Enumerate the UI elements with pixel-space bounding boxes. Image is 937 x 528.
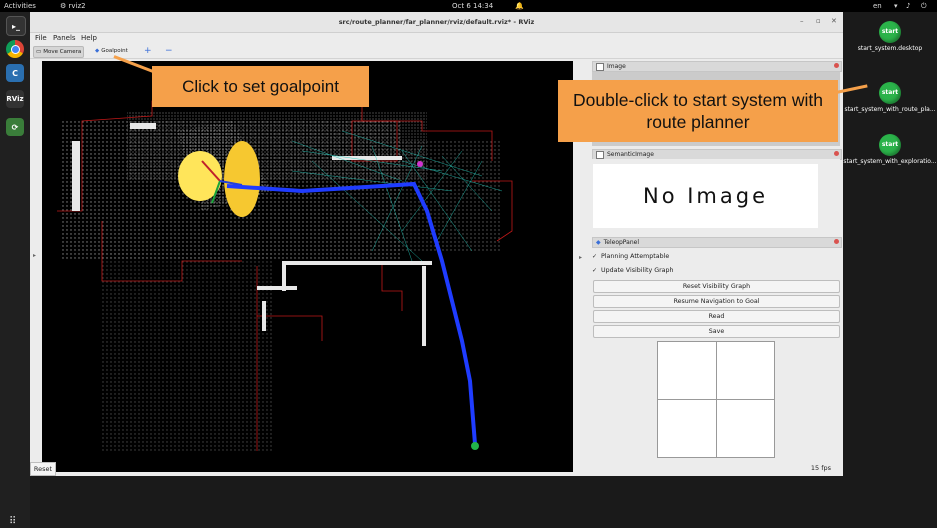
- menu-bar: File Panels Help: [30, 33, 843, 43]
- camera-icon: ▭: [36, 49, 42, 55]
- window-titlebar[interactable]: src/route_planner/far_planner/rviz/defau…: [30, 12, 843, 33]
- remove-tool-button[interactable]: −: [163, 46, 175, 56]
- desktop-icon-label: start_system_with_route_pla...: [844, 106, 936, 113]
- toolbar: ▭ Move Camera ◆ Goalpoint + −: [30, 43, 843, 59]
- dock: ▸_ C RViz ⟳ ⠿: [0, 12, 30, 528]
- reset-button[interactable]: Reset: [30, 462, 56, 476]
- image-panel-icon: [596, 62, 604, 71]
- close-panel-icon[interactable]: [834, 239, 839, 244]
- planning-attemptable-checkbox[interactable]: ✓ Planning Attemptable: [592, 253, 669, 260]
- waypoint-marker: [417, 161, 423, 167]
- wifi-icon[interactable]: ▾: [894, 2, 898, 10]
- desktop-icon-start-system[interactable]: start start_system.desktop: [843, 21, 937, 53]
- window-title: src/route_planner/far_planner/rviz/defau…: [338, 18, 535, 26]
- resume-navigation-button[interactable]: Resume Navigation to Goal: [593, 295, 840, 308]
- desktop-icon-start-exploration[interactable]: start start_system_with_exploratio...: [843, 134, 937, 166]
- image-panel-header[interactable]: Image: [592, 61, 842, 72]
- active-app-label[interactable]: ⚙ rviz2: [60, 2, 86, 10]
- show-apps-icon[interactable]: ⠿: [9, 516, 16, 527]
- start-system-callout: Double-click to start system with route …: [558, 80, 838, 142]
- move-camera-tool[interactable]: ▭ Move Camera: [33, 46, 85, 58]
- checkmark-icon: ✓: [592, 252, 598, 260]
- 3d-view[interactable]: [42, 61, 573, 472]
- save-button[interactable]: Save: [593, 325, 840, 338]
- teleop-panel-icon: ◆: [596, 239, 601, 246]
- start-badge-icon: start: [879, 134, 901, 156]
- close-panel-icon[interactable]: [834, 151, 839, 156]
- goalpoint-callout: Click to set goalpoint: [152, 66, 369, 107]
- add-tool-button[interactable]: +: [142, 46, 154, 56]
- joystick-horizontal-axis: [658, 399, 774, 400]
- power-icon[interactable]: ⏻: [921, 2, 927, 11]
- notification-icon: 🔔: [515, 2, 524, 10]
- minimize-button[interactable]: –: [800, 17, 804, 25]
- menu-help[interactable]: Help: [81, 34, 97, 42]
- activities-button[interactable]: Activities: [4, 2, 36, 10]
- maximize-button[interactable]: ▫: [816, 17, 821, 25]
- teleop-panel-header[interactable]: ◆ TeleopPanel: [592, 237, 842, 248]
- update-icon[interactable]: ⟳: [6, 118, 24, 136]
- point-cloud-map[interactable]: [42, 61, 573, 472]
- left-dock-handle[interactable]: ▸: [33, 252, 36, 259]
- start-badge-icon: start: [879, 21, 901, 43]
- clock[interactable]: Oct 6 14:34: [452, 2, 493, 10]
- close-panel-icon[interactable]: [834, 63, 839, 68]
- right-dock-handle[interactable]: ▸: [579, 254, 582, 261]
- goal-marker: [471, 442, 479, 450]
- rviz-icon[interactable]: RViz: [6, 90, 24, 108]
- desktop-icon-label: start_system.desktop: [857, 45, 923, 52]
- no-image-placeholder: No Image: [593, 164, 818, 228]
- close-button[interactable]: ✕: [831, 17, 837, 25]
- top-bar: Activities ⚙ rviz2 Oct 6 14:34 🔔 en ▾ ♪ …: [0, 0, 937, 12]
- read-button[interactable]: Read: [593, 310, 840, 323]
- terminal-icon[interactable]: ▸_: [6, 16, 26, 36]
- language-indicator[interactable]: en: [873, 2, 882, 10]
- image-panel-icon: [596, 150, 604, 159]
- goalpoint-tool[interactable]: ◆ Goalpoint: [93, 46, 130, 56]
- desktop-icon-label: start_system_with_exploratio...: [843, 158, 937, 165]
- volume-icon[interactable]: ♪: [906, 2, 910, 10]
- checkmark-icon: ✓: [592, 266, 598, 274]
- teleop-joystick[interactable]: [657, 341, 775, 458]
- reset-visibility-graph-button[interactable]: Reset Visibility Graph: [593, 280, 840, 293]
- code-icon[interactable]: C: [6, 64, 24, 82]
- start-badge-icon: start: [879, 82, 901, 104]
- fps-readout: 15 fps: [810, 464, 831, 472]
- chrome-icon[interactable]: [6, 40, 24, 58]
- update-visibility-graph-checkbox[interactable]: ✓ Update Visibility Graph: [592, 267, 674, 274]
- goalpoint-icon: ◆: [95, 48, 100, 54]
- menu-panels[interactable]: Panels: [53, 34, 76, 42]
- menu-file[interactable]: File: [35, 34, 47, 42]
